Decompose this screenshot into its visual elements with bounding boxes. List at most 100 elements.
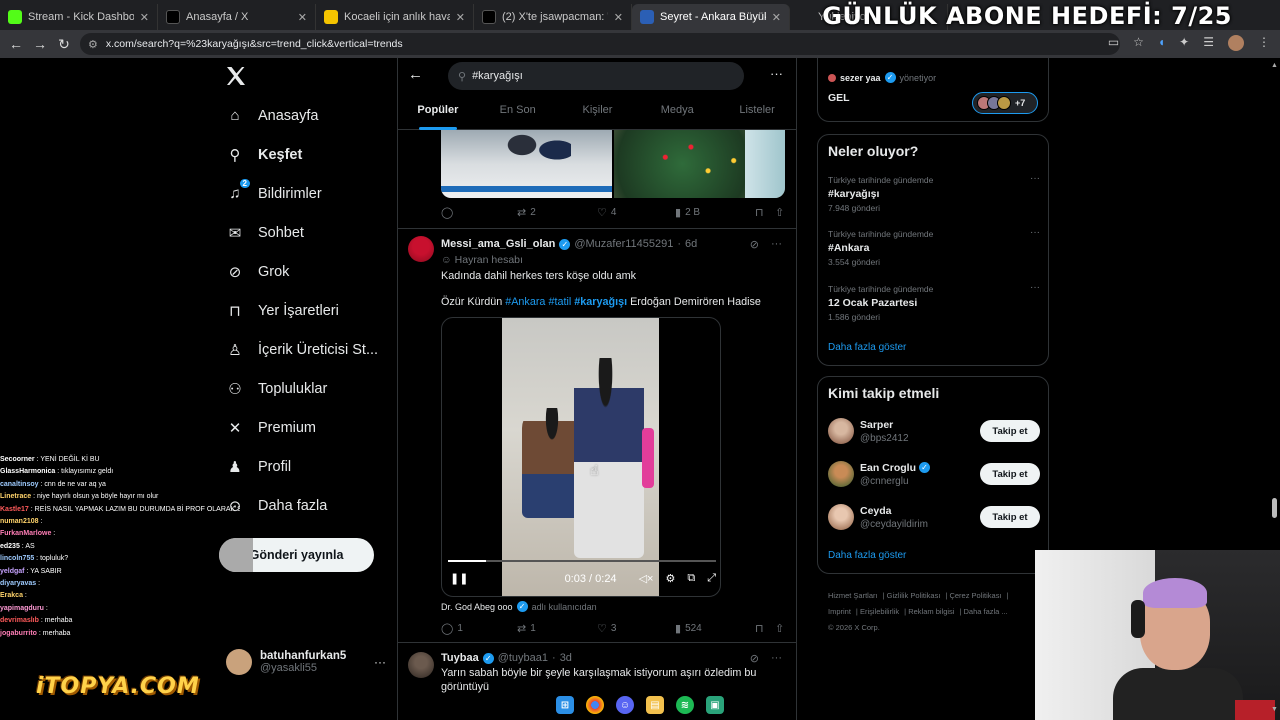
tweet-author-name[interactable]: Messi_ama_Gsli_olan xyxy=(441,238,555,250)
reading-list-icon[interactable]: ☰ xyxy=(1203,35,1214,51)
follow-suggestion[interactable]: Ean Croglu ✓ @cnnerglu Takip et xyxy=(828,459,1040,489)
more-dots-icon[interactable]: ··· xyxy=(1030,173,1040,184)
extension-icon[interactable]: ◖ xyxy=(1158,35,1165,51)
close-icon[interactable]: ✕ xyxy=(456,11,465,24)
nav-item-communities[interactable]: ⚇ Topluluklar xyxy=(222,369,392,408)
browser-tab[interactable]: Stream - Kick Dashboard✕ xyxy=(0,4,158,30)
like-button[interactable]: ♡ 3 xyxy=(597,622,675,635)
more-dots-icon[interactable]: ··· xyxy=(770,66,783,81)
profile-avatar[interactable] xyxy=(1228,35,1244,51)
forward-icon[interactable]: → xyxy=(28,36,52,52)
views-button[interactable]: ▮ 524 xyxy=(675,622,755,635)
share-button[interactable]: ⇧ xyxy=(775,622,784,635)
post-button[interactable]: Gönderi yayınla xyxy=(219,538,374,572)
nav-item-home[interactable]: ⌂ Anasayfa xyxy=(222,96,392,135)
video-source-attribution[interactable]: Dr. God Abeg ooo ✓ adlı kullanıcıdan xyxy=(441,601,597,612)
nav-item-explore[interactable]: ⚲ Keşfet xyxy=(222,135,392,174)
trend-item[interactable]: Türkiye tarihinde gündemde 12 Ocak Pazar… xyxy=(828,282,1040,322)
browser-tab[interactable]: (2) X'te jsawpacman: "@nocont✕ xyxy=(474,4,632,30)
more-dots-icon[interactable]: ··· xyxy=(1030,227,1040,238)
reload-icon[interactable]: ↻ xyxy=(52,36,76,53)
more-dots-icon[interactable]: ··· xyxy=(771,238,782,251)
spotify-icon[interactable]: ≋ xyxy=(676,696,694,714)
tweet-media-image[interactable] xyxy=(614,130,785,198)
nav-item-more[interactable]: ⊙ Daha fazla xyxy=(222,486,392,525)
pause-icon[interactable]: ❚❚ xyxy=(450,572,468,585)
avatar[interactable] xyxy=(408,652,434,678)
windows-start-icon[interactable]: ⊞ xyxy=(556,696,574,714)
tab-lists[interactable]: Listeler xyxy=(717,98,796,130)
picture-in-picture-icon[interactable]: ⧉ xyxy=(687,572,695,585)
tweet-video-player[interactable]: ❚❚ 0:03 / 0:24 ◁× ⚙ ⧉ ⤢ xyxy=(441,317,721,597)
back-icon[interactable]: ← xyxy=(4,36,28,52)
tab-popular[interactable]: Popüler xyxy=(398,98,478,130)
tab-latest[interactable]: En Son xyxy=(478,98,558,130)
trend-item[interactable]: Türkiye tarihinde gündemde #karyağışı 7.… xyxy=(828,173,1040,213)
mute-icon[interactable]: ◁× xyxy=(639,572,654,585)
hashtag-link[interactable]: #tatil xyxy=(548,296,571,308)
views-button[interactable]: ▮ 2 B xyxy=(675,206,755,219)
file-explorer-icon[interactable]: ▤ xyxy=(646,696,664,714)
follow-show-more-link[interactable]: Daha fazla göster xyxy=(828,550,906,561)
more-dots-icon[interactable]: ··· xyxy=(771,652,782,665)
community-members[interactable]: +7 xyxy=(972,92,1038,114)
close-icon[interactable]: ✕ xyxy=(298,11,307,24)
address-bar[interactable]: ⚙ x.com/search?q=%23karyağışı&src=trend_… xyxy=(80,33,1120,55)
tab-people[interactable]: Kişiler xyxy=(558,98,638,130)
back-arrow-icon[interactable]: ← xyxy=(408,66,423,83)
nav-item-messages[interactable]: ✉ Sohbet xyxy=(222,213,392,252)
nav-item-grok[interactable]: ⊘ Grok xyxy=(222,252,392,291)
account-switcher[interactable]: batuhanfurkan5 @yasakli55 ··· xyxy=(226,644,386,680)
grok-icon[interactable]: ⊘ xyxy=(750,238,759,251)
bookmark-button[interactable]: ⊓ xyxy=(755,206,775,219)
browser-tab[interactable]: Kocaeli için anlık hava durumu,✕ xyxy=(316,4,474,30)
chrome-icon[interactable] xyxy=(586,696,604,714)
footer-link[interactable]: Daha fazla ... xyxy=(964,607,1008,616)
search-input[interactable]: ⚲ #karyağışı xyxy=(448,62,744,90)
more-dots-icon[interactable]: ··· xyxy=(374,655,386,669)
follow-suggestion[interactable]: Ceyda @ceydayildirim Takip et xyxy=(828,502,1040,532)
discord-icon[interactable]: ☺ xyxy=(616,696,634,714)
tweet-author-name[interactable]: Tuybaa xyxy=(441,652,479,664)
tweet-media-image[interactable] xyxy=(441,130,612,198)
nav-item-profile[interactable]: ♟ Profil xyxy=(222,447,392,486)
scroll-down-icon[interactable]: ▼ xyxy=(1271,706,1278,713)
scrollbar-thumb[interactable] xyxy=(1272,498,1277,518)
nav-item-premium[interactable]: ✕ Premium xyxy=(222,408,392,447)
extensions-puzzle-icon[interactable]: ✦ xyxy=(1179,35,1189,51)
avatar[interactable] xyxy=(408,236,434,262)
nav-item-creator-studio[interactable]: ♙ İçerik Üreticisi St... xyxy=(222,330,392,369)
tweet-time[interactable]: 6d xyxy=(685,238,697,250)
reply-button[interactable]: ◯ xyxy=(441,206,517,219)
trends-show-more-link[interactable]: Daha fazla göster xyxy=(828,342,906,353)
nav-item-bookmarks[interactable]: ⊓ Yer İşaretleri xyxy=(222,291,392,330)
site-info-icon[interactable]: ⚙ xyxy=(88,38,98,51)
footer-link[interactable]: Çerez Politikası xyxy=(949,591,1001,600)
tweet-time[interactable]: 3d xyxy=(560,652,572,664)
footer-link[interactable]: Erişilebilirlik xyxy=(860,607,899,616)
like-button[interactable]: ♡ 4 xyxy=(597,206,675,219)
hashtag-link[interactable]: #Ankara xyxy=(505,296,545,308)
follow-button[interactable]: Takip et xyxy=(980,506,1040,528)
more-dots-icon[interactable]: ··· xyxy=(1030,282,1040,293)
tweet-author-handle[interactable]: @tuybaa1 xyxy=(498,652,548,664)
app-icon[interactable]: ▣ xyxy=(706,696,724,714)
repost-button[interactable]: ⇄ 1 xyxy=(517,622,597,635)
follow-button[interactable]: Takip et xyxy=(980,463,1040,485)
close-icon[interactable]: ✕ xyxy=(772,11,781,24)
trend-item[interactable]: Türkiye tarihinde gündemde #Ankara 3.554… xyxy=(828,227,1040,267)
fullscreen-icon[interactable]: ⤢ xyxy=(707,572,716,585)
video-progress-bar[interactable] xyxy=(448,560,716,562)
grok-icon[interactable]: ⊘ xyxy=(750,652,759,665)
share-button[interactable]: ⇧ xyxy=(775,206,784,219)
nav-item-notifications[interactable]: ♫ 2 Bildirimler xyxy=(222,174,392,213)
tab-media[interactable]: Medya xyxy=(637,98,717,130)
menu-icon[interactable]: ⋮ xyxy=(1258,35,1270,51)
settings-icon[interactable]: ⚙ xyxy=(665,572,675,585)
install-icon[interactable]: ▭ xyxy=(1108,35,1119,51)
repost-button[interactable]: ⇄ 2 xyxy=(517,206,597,219)
x-logo-icon[interactable] xyxy=(224,64,248,88)
tweet-author-handle[interactable]: @Muzafer11455291 xyxy=(574,238,673,250)
close-icon[interactable]: ✕ xyxy=(614,11,623,24)
close-icon[interactable]: ✕ xyxy=(140,11,149,24)
